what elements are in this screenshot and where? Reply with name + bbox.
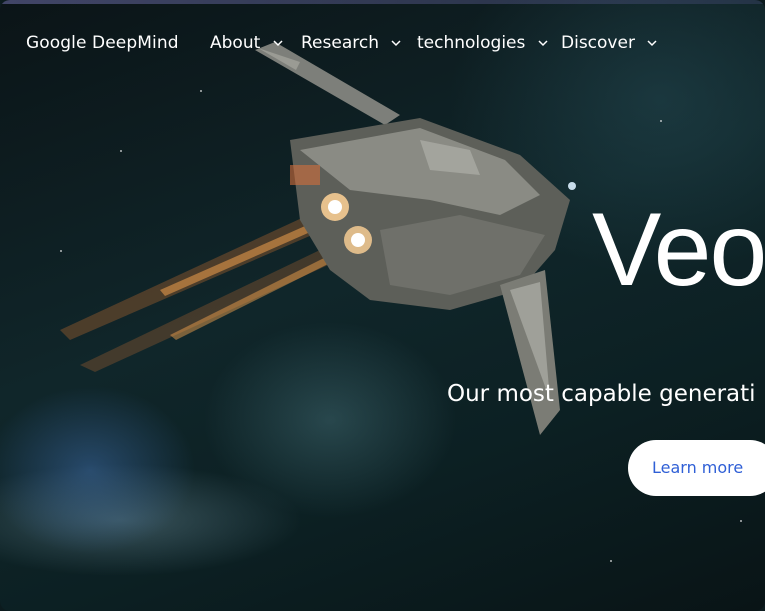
star — [660, 120, 662, 122]
chevron-down-icon — [391, 40, 401, 47]
nav-item-about[interactable]: About — [210, 33, 284, 53]
learn-more-button[interactable]: Learn more — [628, 440, 765, 496]
chevron-down-icon — [647, 40, 657, 47]
star — [120, 150, 122, 152]
hero-frame: Google DeepMind About Research technolog… — [0, 0, 765, 611]
nav-item-label: Discover — [561, 33, 635, 53]
star — [60, 250, 62, 252]
hero-title: Veo — [592, 192, 765, 308]
nav-item-label: About — [210, 33, 261, 53]
nav-item-discover[interactable]: Discover — [561, 33, 658, 53]
star — [200, 90, 202, 92]
chevron-down-icon — [273, 40, 283, 47]
nav-item-technologies[interactable]: technologies — [417, 33, 549, 53]
hero-subtitle: Our most capable generati — [447, 381, 756, 407]
star — [740, 520, 742, 522]
chevron-down-icon — [538, 40, 548, 47]
nav-item-research[interactable]: Research — [301, 33, 402, 53]
brand-logo[interactable]: Google DeepMind — [26, 33, 179, 53]
star — [610, 560, 612, 562]
nav-item-label: Research — [301, 33, 379, 53]
main-navigation: Google DeepMind About Research technolog… — [0, 28, 765, 58]
nav-item-label: technologies — [417, 33, 526, 53]
